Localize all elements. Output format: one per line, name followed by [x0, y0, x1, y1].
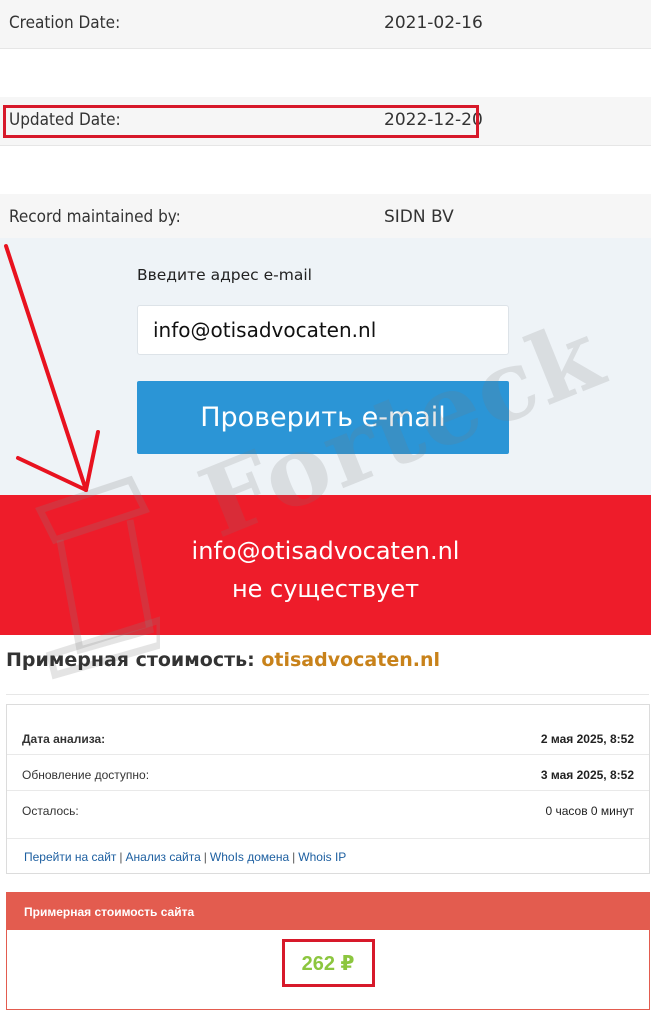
info-label: Осталось:	[22, 804, 79, 818]
link-go-to-site[interactable]: Перейти на сайт	[24, 850, 116, 864]
creation-date-label: Creation Date:	[9, 13, 121, 33]
creation-date-value: 2021-02-16	[384, 13, 483, 33]
site-cost-header: Примерная стоимость сайта	[7, 893, 649, 930]
link-whois-domain[interactable]: WhoIs домена	[210, 850, 289, 864]
analysis-info-box: Дата анализа: 2 мая 2025, 8:52 Обновлени…	[6, 704, 650, 874]
info-row-analysis-date: Дата анализа: 2 мая 2025, 8:52	[7, 719, 649, 755]
info-value: 2 мая 2025, 8:52	[540, 732, 634, 746]
info-row-update-available: Обновление доступно: 3 мая 2025, 8:52	[7, 755, 649, 791]
whois-row-creation: Creation Date: 2021-02-16	[0, 0, 651, 49]
estimate-heading: Примерная стоимость: otisadvocaten.nl	[6, 649, 440, 671]
info-value: 0 часов 0 минут	[545, 804, 634, 818]
record-maintained-value: SIDN BV	[384, 207, 454, 227]
record-maintained-label: Record maintained by:	[9, 207, 181, 227]
email-check-panel	[0, 238, 651, 495]
whois-row-record: Record maintained by: SIDN BV	[0, 194, 651, 238]
info-label: Обновление доступно:	[22, 768, 150, 782]
link-whois-ip[interactable]: Whois IP	[298, 850, 346, 864]
highlight-box-updated	[3, 105, 479, 138]
info-row-remaining: Осталось: 0 часов 0 минут	[7, 791, 649, 827]
info-value: 3 мая 2025, 8:52	[540, 768, 634, 782]
email-input[interactable]	[137, 305, 509, 355]
result-status: не существует	[231, 575, 420, 603]
estimate-heading-label: Примерная стоимость:	[6, 649, 255, 671]
result-email: info@otisadvocaten.nl	[191, 537, 460, 565]
email-input-label: Введите адрес e-mail	[137, 266, 312, 284]
check-email-button[interactable]: Проверить e-mail	[137, 381, 509, 454]
divider	[6, 694, 649, 695]
info-links: Перейти на сайт | Анализ сайта | WhoIs домен…	[7, 838, 649, 874]
estimate-domain: otisadvocaten.nl	[261, 649, 440, 671]
highlight-box-cost	[282, 939, 375, 987]
info-label: Дата анализа:	[22, 732, 106, 746]
link-site-analysis[interactable]: Анализ сайта	[126, 850, 201, 864]
result-banner: info@otisadvocaten.nl не существует	[0, 495, 651, 635]
